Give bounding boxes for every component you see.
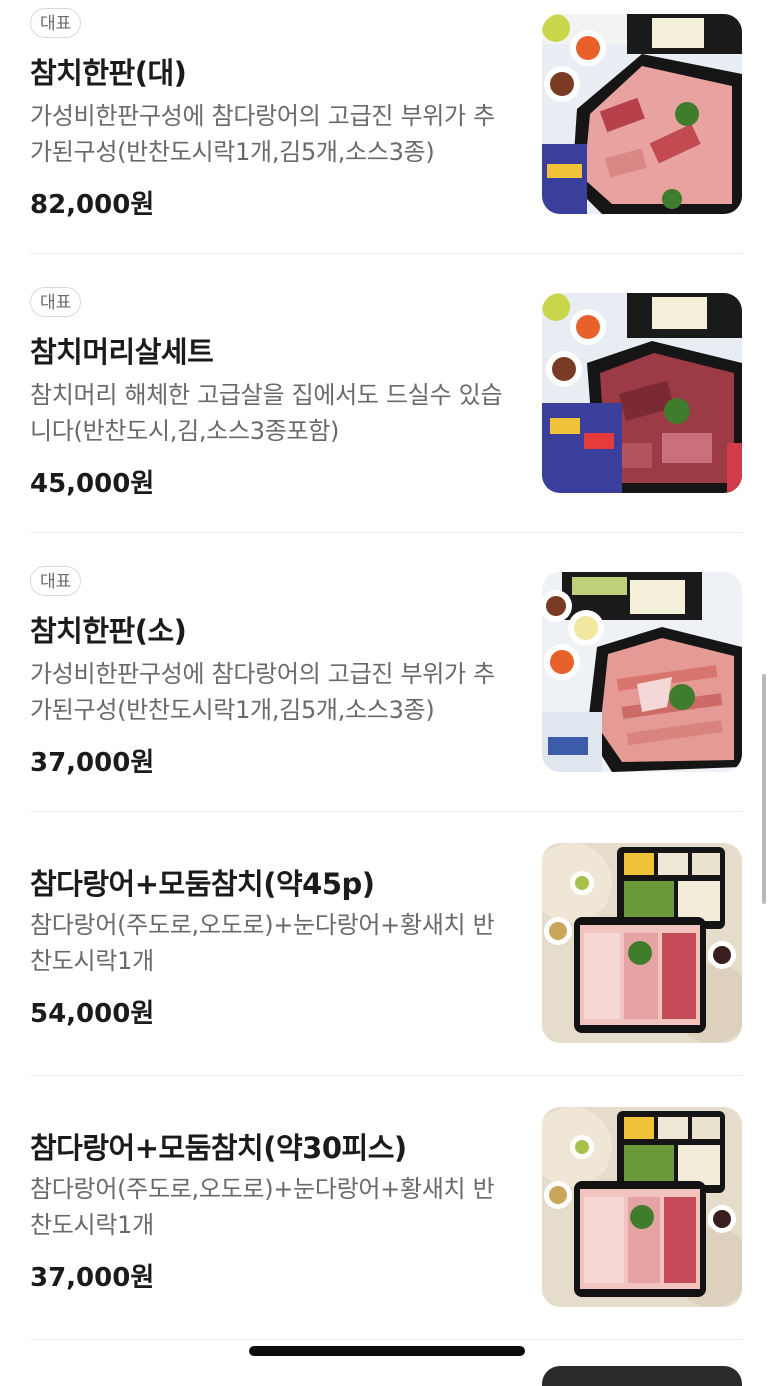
menu-item-name: 참다랑어+모둠참치(약30피스) xyxy=(30,1131,407,1165)
item-divider xyxy=(30,1075,742,1076)
item-divider xyxy=(30,1339,742,1340)
menu-item-name: 참치한판(대) xyxy=(30,56,187,90)
menu-item-name: 참치머리살세트 xyxy=(30,335,214,369)
menu-item-price: 45,000원 xyxy=(30,469,155,499)
menu-item-description: 참다랑어(주도로,오도로)+눈다랑어+황새치 반찬도시락1개 xyxy=(30,1175,495,1239)
tuna-platter-small-photo[interactable] xyxy=(542,572,742,772)
menu-item[interactable]: 참다랑어+모둠참치(약30피스) 참다랑어(주도로,오도로)+눈다랑어+황새치 … xyxy=(30,1101,742,1338)
scrollbar[interactable] xyxy=(762,674,766,904)
item-divider xyxy=(30,532,742,533)
menu-item-price: 82,000원 xyxy=(30,190,155,220)
menu-item-price: 37,000원 xyxy=(30,1263,155,1293)
menu-item-description: 가성비한판구성에 참다랑어의 고급진 부위가 추가된구성(반찬도시락1개,김5개… xyxy=(30,660,495,724)
item-divider xyxy=(30,811,742,812)
menu-item[interactable]: 대표 참치한판(대) 가성비한판구성에 참다랑어의 고급진 부위가 추가된구성(… xyxy=(30,0,742,252)
menu-item-description: 가성비한판구성에 참다랑어의 고급진 부위가 추가된구성(반찬도시락1개,김5개… xyxy=(30,102,495,166)
menu-item[interactable]: 대표 참치한판(소) 가성비한판구성에 참다랑어의 고급진 부위가 추가된구성(… xyxy=(30,558,742,810)
menu-item-name: 참치한판(소) xyxy=(30,614,187,648)
next-item-photo xyxy=(542,1366,742,1386)
menu-item-description: 참다랑어(주도로,오도로)+눈다랑어+황새치 반찬도시락1개 xyxy=(30,911,495,975)
representative-badge: 대표 xyxy=(30,8,82,38)
tuna-platter-large-photo[interactable] xyxy=(542,14,742,214)
menu-item-price: 54,000원 xyxy=(30,999,155,1029)
representative-badge: 대표 xyxy=(30,566,82,596)
menu-item-description: 참치머리 해체한 고급살을 집에서도 드실수 있습니다(반찬도시,김,소스3종포… xyxy=(30,381,503,445)
tuna-head-meat-photo[interactable] xyxy=(542,293,742,493)
menu-item[interactable]: 대표 참치머리살세트 참치머리 해체한 고급살을 집에서도 드실수 있습니다(반… xyxy=(30,279,742,531)
item-divider xyxy=(30,253,742,254)
representative-badge: 대표 xyxy=(30,287,82,317)
menu-item-price: 37,000원 xyxy=(30,748,155,778)
bluefin-assorted-30-photo[interactable] xyxy=(542,1107,742,1307)
home-indicator[interactable] xyxy=(249,1346,525,1356)
menu-item[interactable]: 참다랑어+모둠참치(약45p) 참다랑어(주도로,오도로)+눈다랑어+황새치 반… xyxy=(30,837,742,1074)
menu-item-name: 참다랑어+모둠참치(약45p) xyxy=(30,867,375,901)
bluefin-assorted-45-photo[interactable] xyxy=(542,843,742,1043)
